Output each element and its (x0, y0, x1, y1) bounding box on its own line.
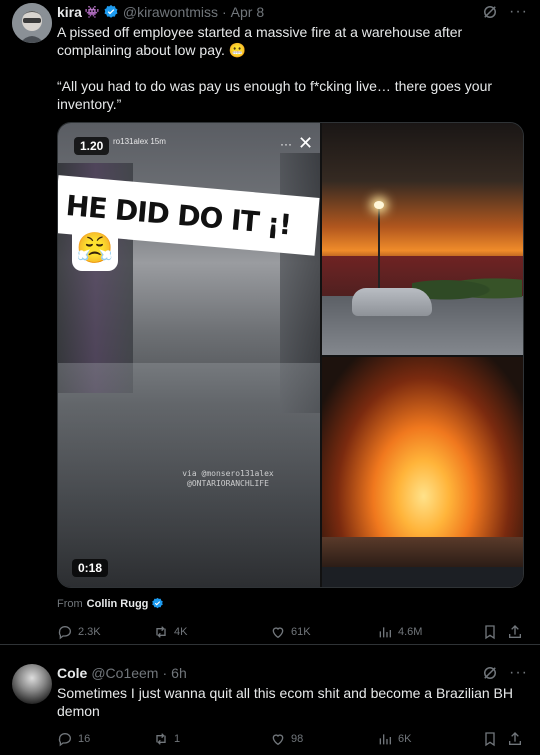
like-count: 98 (291, 733, 304, 745)
action-bar: 16 1 98 6K (57, 730, 528, 748)
heart-icon (272, 734, 284, 746)
reply-count: 2.3K (78, 626, 101, 638)
author-handle[interactable]: @Co1eem (91, 665, 158, 681)
view-count: 4.6M (398, 626, 423, 638)
reply-button[interactable]: 2.3K (57, 623, 101, 641)
tweet-text-quote: “All you had to do was pay us enough to … (57, 78, 493, 112)
views-icon (379, 734, 391, 745)
watermark-line: @ONTARIORANCHLIFE (187, 479, 269, 488)
media-grid: 1.20 ro131alex 15m ··· ✕ HE DID DO IT ¡!… (57, 122, 524, 588)
views-icon (379, 627, 391, 638)
avatar-icon (12, 3, 52, 43)
repost-count: 1 (174, 733, 181, 745)
heart-icon (272, 627, 284, 639)
timestamp[interactable]: 6h (171, 665, 187, 681)
repost-button[interactable]: 4K (153, 623, 187, 641)
more-options-icon[interactable]: ··· (509, 664, 528, 682)
street-lamp (374, 201, 384, 295)
tweet[interactable]: kira 👾 @kirawontmiss · Apr 8 ··· A pisse… (0, 0, 540, 645)
tweet-header: Cole @Co1eem · 6h ··· (57, 664, 528, 682)
verified-icon (104, 5, 118, 18)
bookmark-icon (485, 625, 495, 640)
separator: · (162, 665, 168, 681)
like-count: 61K (291, 626, 311, 638)
reply-count: 16 (78, 733, 91, 745)
bookmark-button[interactable] (482, 730, 503, 748)
action-bar: 2.3K 4K 61K 4.6M (57, 623, 528, 641)
avatar[interactable] (12, 664, 52, 704)
grok-icon[interactable] (481, 3, 499, 21)
like-button[interactable]: 98 (270, 730, 303, 748)
tweet-text: Sometimes I just wanna quit all this eco… (57, 684, 524, 720)
fire-photo-building[interactable] (322, 357, 523, 587)
author-name[interactable]: Cole (57, 665, 87, 681)
share-icon (509, 625, 521, 638)
car (352, 288, 432, 316)
attribution-name[interactable]: Collin Rugg (87, 598, 149, 610)
reply-icon (58, 626, 71, 640)
share-button[interactable] (507, 623, 528, 641)
repost-button[interactable]: 1 (153, 730, 180, 748)
video-overlay-handle: ro131alex 15m (113, 137, 166, 146)
alien-badge-icon: 👾 (84, 5, 100, 19)
views-button[interactable]: 6K (377, 730, 411, 748)
bookmark-button[interactable] (482, 623, 503, 641)
like-button[interactable]: 61K (270, 623, 311, 641)
timestamp[interactable]: Apr 8 (231, 4, 264, 20)
author-name[interactable]: kira (57, 4, 82, 20)
author-handle[interactable]: @kirawontmiss (123, 4, 218, 20)
watermark-line: via @monsero131alex (182, 469, 274, 478)
verified-icon (152, 597, 164, 609)
video-watermark: via @monsero131alex @ONTARIORANCHLIFE (168, 469, 288, 489)
repost-count: 4K (174, 626, 188, 638)
video-duration: 0:18 (72, 559, 109, 577)
bookmark-icon (485, 732, 495, 747)
attribution-label: From (57, 597, 83, 610)
building (322, 537, 523, 567)
avatar[interactable] (12, 3, 52, 43)
video-more-icon: ··· (280, 137, 292, 151)
view-count: 6K (398, 733, 412, 745)
video-player[interactable]: 1.20 ro131alex 15m ··· ✕ HE DID DO IT ¡!… (58, 123, 320, 587)
fire-photo-parking-lot[interactable] (322, 123, 523, 355)
share-icon (509, 732, 521, 745)
reply-icon (58, 733, 71, 747)
tweet-header: kira 👾 @kirawontmiss · Apr 8 ··· (57, 3, 528, 21)
more-options-icon[interactable]: ··· (509, 3, 528, 21)
tweet-text-line: Sometimes I just wanna quit all this eco… (57, 685, 513, 719)
views-button[interactable]: 4.6M (377, 623, 422, 641)
parked-cars (322, 567, 523, 587)
video-tag: 1.20 (74, 137, 110, 155)
tweet-text: A pissed off employee started a massive … (57, 23, 524, 113)
close-icon: ✕ (298, 133, 314, 153)
grok-icon[interactable] (481, 664, 499, 682)
share-button[interactable] (507, 730, 528, 748)
separator: · (222, 4, 227, 20)
repost-icon (156, 733, 166, 745)
repost-icon (156, 626, 166, 638)
tweet-text-line: A pissed off employee started a massive … (57, 24, 463, 58)
reply-button[interactable]: 16 (57, 730, 90, 748)
attribution: From Collin Rugg (57, 597, 164, 610)
steaming-face-icon: 😤 (72, 225, 118, 271)
tweet[interactable]: Cole @Co1eem · 6h ··· Sometimes I just w… (0, 645, 540, 755)
